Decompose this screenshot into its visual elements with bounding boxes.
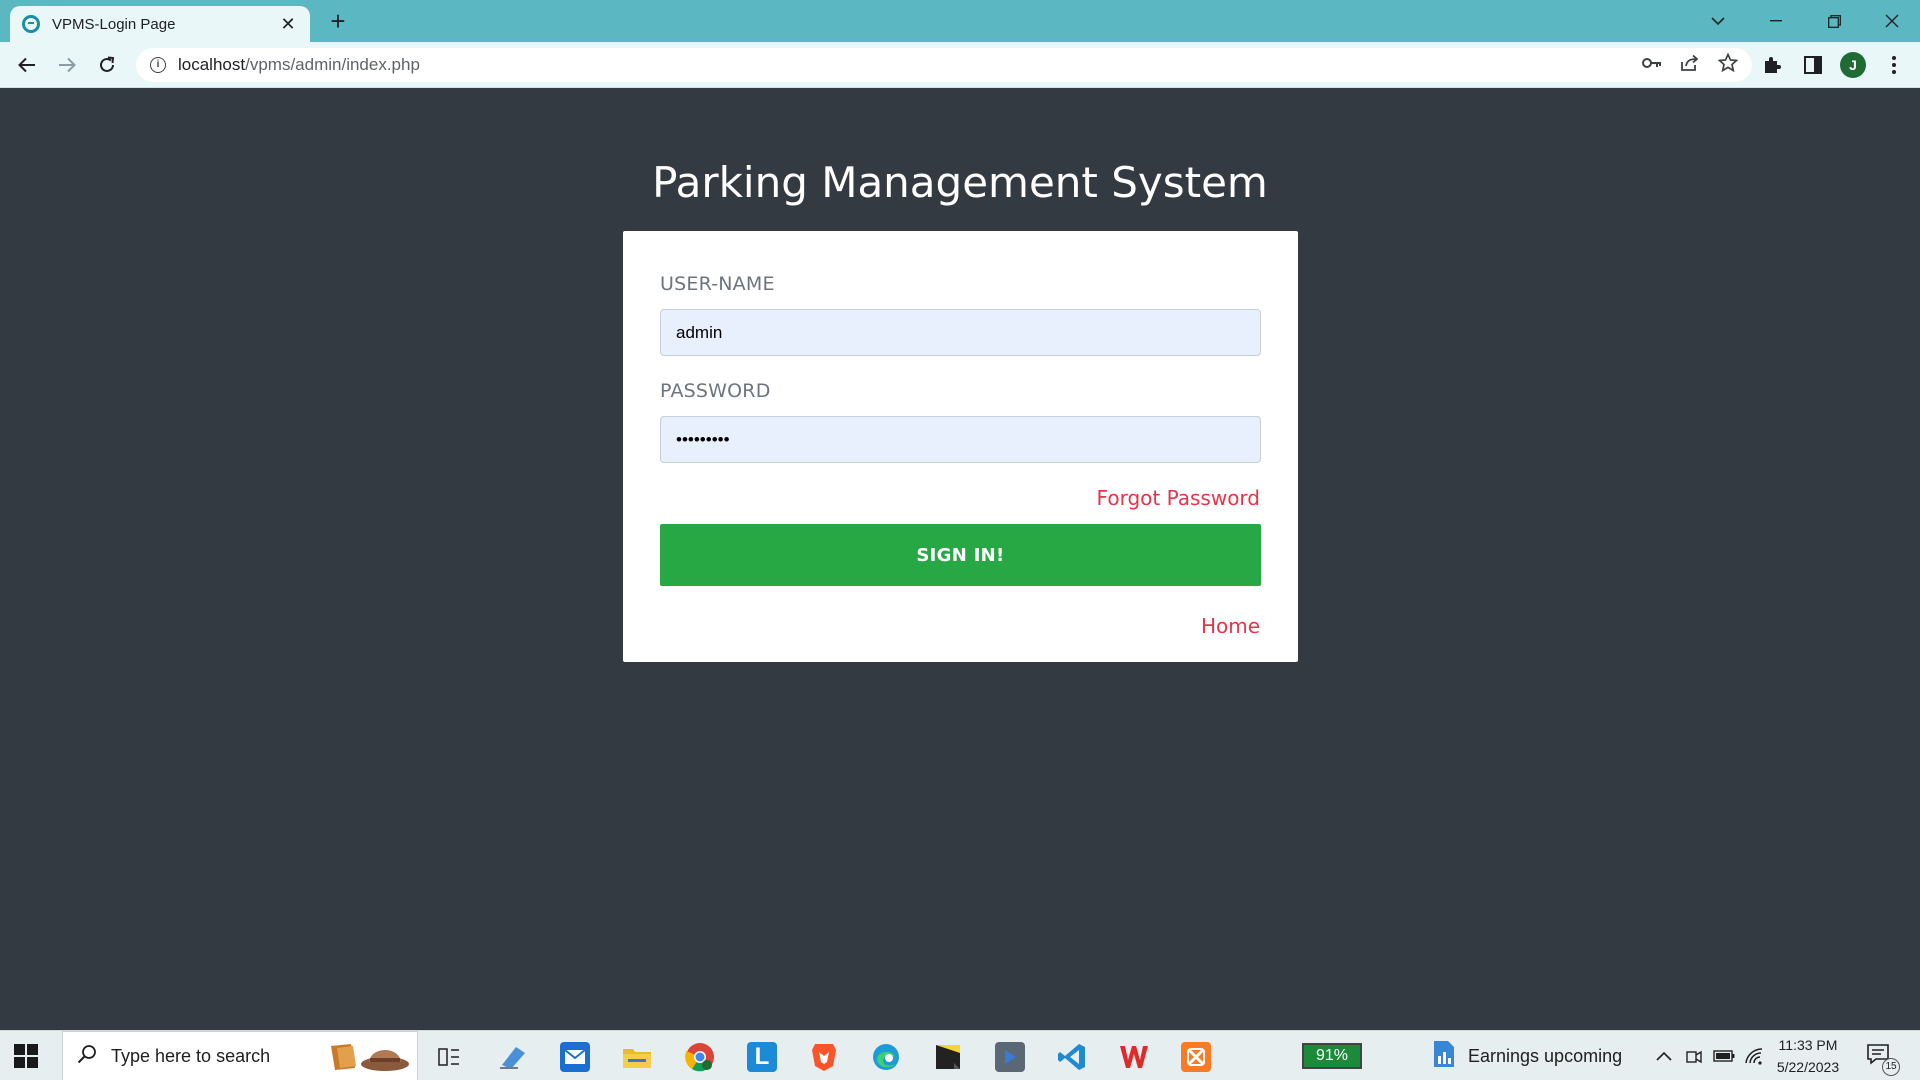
tab-title: VPMS-Login Page xyxy=(52,15,176,33)
browser-titlebar: VPMS-Login Page ✕ + xyxy=(0,0,1920,42)
wifi-icon[interactable] xyxy=(1740,1031,1768,1080)
vscode-icon[interactable] xyxy=(1047,1037,1097,1077)
browser-menu-icon[interactable] xyxy=(1878,49,1910,81)
address-bar[interactable]: i localhost/vpms/admin/index.php xyxy=(136,48,1752,82)
sticky-notes-icon[interactable] xyxy=(923,1037,973,1077)
sign-in-button[interactable]: SIGN IN! xyxy=(660,524,1261,586)
browser-tab[interactable]: VPMS-Login Page ✕ xyxy=(10,6,310,42)
chrome-icon[interactable] xyxy=(675,1037,725,1077)
forward-arrow-icon[interactable] xyxy=(51,49,83,81)
back-arrow-icon[interactable] xyxy=(11,49,43,81)
profile-initial: J xyxy=(1840,52,1866,78)
restore-window-icon[interactable] xyxy=(1806,0,1862,42)
minimize-window-icon[interactable] xyxy=(1748,0,1804,42)
side-panel-icon[interactable] xyxy=(1797,49,1829,81)
username-label: USER-NAME xyxy=(660,273,775,295)
windows-taskbar: Type here to search L 91% Earnings upcom… xyxy=(0,1030,1920,1080)
tab-search-chevron-icon[interactable] xyxy=(1690,0,1746,42)
site-info-icon[interactable]: i xyxy=(150,57,166,73)
stock-chart-icon xyxy=(1432,1040,1456,1073)
share-icon[interactable] xyxy=(1680,54,1700,77)
notification-count-badge: 15 xyxy=(1882,1058,1900,1076)
search-icon xyxy=(77,1044,97,1069)
battery-icon[interactable] xyxy=(1710,1031,1738,1080)
mail-icon[interactable] xyxy=(550,1037,600,1077)
new-tab-button[interactable]: + xyxy=(322,6,354,38)
battery-level-widget[interactable]: 91% xyxy=(1302,1043,1362,1069)
notification-center-icon[interactable]: 15 xyxy=(1866,1042,1900,1076)
home-link[interactable]: Home xyxy=(1201,614,1260,638)
extensions-puzzle-icon[interactable] xyxy=(1756,49,1788,81)
search-highlight-icon[interactable] xyxy=(325,1040,415,1079)
news-widget-text: Earnings upcoming xyxy=(1468,1045,1623,1066)
forgot-password-link[interactable]: Forgot Password xyxy=(1097,486,1260,510)
windows-start-icon[interactable] xyxy=(14,1044,38,1068)
tab-close-icon[interactable]: ✕ xyxy=(278,14,298,35)
login-card: USER-NAME PASSWORD Forgot Password SIGN … xyxy=(623,231,1298,662)
show-hidden-icons-chevron-icon[interactable] xyxy=(1650,1031,1678,1080)
profile-avatar[interactable]: J xyxy=(1837,49,1869,81)
l-app-icon[interactable]: L xyxy=(737,1037,787,1077)
brave-icon[interactable] xyxy=(799,1037,849,1077)
taskbar-search-box[interactable]: Type here to search xyxy=(62,1031,418,1080)
page-title: Parking Management System xyxy=(652,158,1268,207)
folder-icon[interactable] xyxy=(612,1037,662,1077)
url-path: /vpms/admin/index.php xyxy=(245,55,420,74)
bookmark-star-icon[interactable] xyxy=(1717,52,1739,77)
clock-time: 11:33 PM xyxy=(1778,1037,1838,1053)
news-widget[interactable]: Earnings upcoming xyxy=(1432,1031,1622,1080)
url-host: localhost xyxy=(178,55,246,74)
search-placeholder: Type here to search xyxy=(111,1045,271,1066)
edge-icon[interactable] xyxy=(861,1037,911,1077)
meet-now-icon[interactable] xyxy=(1680,1031,1708,1080)
password-input[interactable] xyxy=(660,416,1261,463)
reload-icon[interactable] xyxy=(91,49,123,81)
password-label: PASSWORD xyxy=(660,380,771,402)
site-favicon-icon xyxy=(22,15,40,33)
file-explorer-icon[interactable] xyxy=(488,1037,538,1077)
xampp-icon[interactable] xyxy=(1171,1037,1221,1077)
system-clock[interactable]: 11:33 PM 5/22/2023 xyxy=(1768,1034,1848,1078)
close-window-icon[interactable] xyxy=(1864,0,1920,42)
task-view-icon[interactable] xyxy=(424,1037,474,1077)
media-app-icon[interactable] xyxy=(985,1037,1035,1077)
username-input[interactable] xyxy=(660,309,1261,356)
clock-date: 5/22/2023 xyxy=(1776,1059,1840,1075)
wps-office-icon[interactable] xyxy=(1109,1037,1159,1077)
password-key-icon[interactable] xyxy=(1642,56,1662,74)
browser-toolbar: i localhost/vpms/admin/index.php J xyxy=(0,42,1920,88)
